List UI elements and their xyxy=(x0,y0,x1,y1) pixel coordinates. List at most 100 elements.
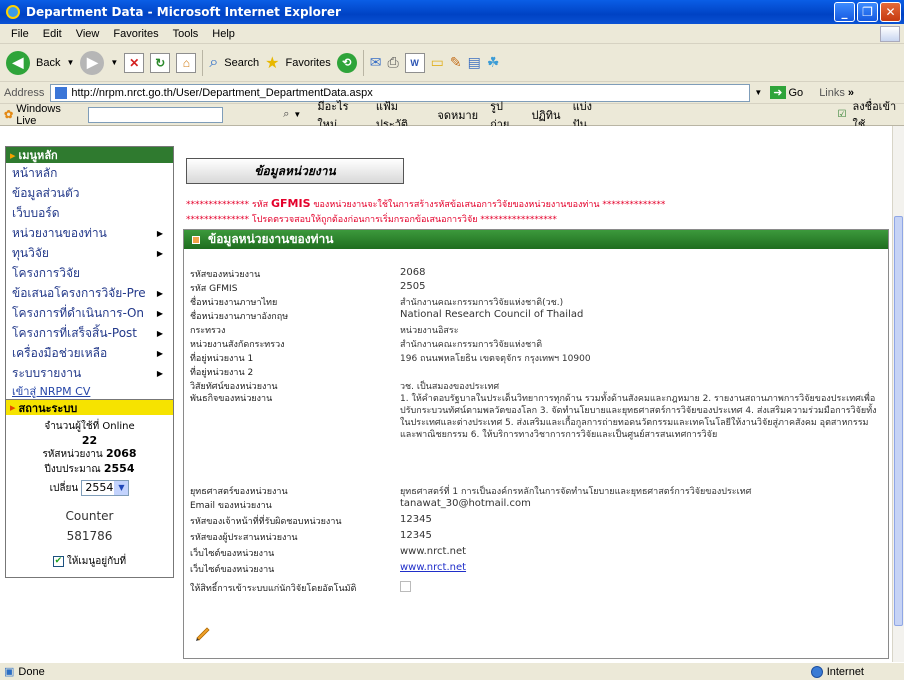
vertical-scrollbar[interactable] xyxy=(892,126,904,662)
minimize-button[interactable]: _ xyxy=(834,2,855,22)
close-button[interactable]: ✕ xyxy=(880,2,901,22)
menu-item-label: เว็บบอร์ด xyxy=(12,205,60,220)
left-menu: ▸ เมนูหลัก หน้าหลัก ข้อมูลส่วนตัว เว็บบอ… xyxy=(5,146,174,578)
menu-item-label: โครงการที่เสร็จสิ้น-Post xyxy=(12,325,138,340)
address-dropdown-icon[interactable]: ▼ xyxy=(754,88,762,97)
note-bold: GFMIS xyxy=(270,197,311,210)
field-label: รหัสของเจ้าหน้าที่ที่รับผิดชอบหน่วยงาน xyxy=(190,517,342,527)
back-dropdown-icon[interactable]: ▼ xyxy=(66,58,74,67)
folder-icon[interactable]: ▭ xyxy=(431,54,444,71)
field-label: ให้สิทธิ์การเข้าระบบแก่นักวิจัยโดยอัตโนม… xyxy=(190,584,357,594)
menu-item-reports[interactable]: ระบบรายงาน ▶ xyxy=(6,363,173,383)
menu-file[interactable]: File xyxy=(4,28,36,40)
menu-item-grants[interactable]: ทุนวิจัย ▶ xyxy=(6,243,173,263)
windows-live-search-input[interactable] xyxy=(88,106,224,123)
menu-item-ongoing[interactable]: โครงการที่ดำเนินการ-On ▶ xyxy=(6,303,173,323)
menu-item-home[interactable]: หน้าหลัก xyxy=(6,163,173,183)
menu-favorites[interactable]: Favorites xyxy=(106,28,165,40)
menu-item-completed[interactable]: โครงการที่เสร็จสิ้น-Post ▶ xyxy=(6,323,173,343)
wl-link-calendar[interactable]: ปฏิทิน xyxy=(531,106,560,124)
messenger-icon[interactable]: ☘ xyxy=(487,54,500,71)
menu-tools[interactable]: Tools xyxy=(166,28,206,40)
go-button[interactable]: Go xyxy=(789,87,804,99)
back-arrow-icon[interactable]: ◀ xyxy=(6,50,30,75)
field-row-email: Email ของหน่วยงาน tanawat_30@hotmail.com xyxy=(190,498,880,512)
scrollbar-thumb[interactable] xyxy=(894,216,903,626)
signin-check-icon: ☑ xyxy=(837,109,847,120)
note-text: รหัส xyxy=(249,200,271,210)
menu-edit[interactable]: Edit xyxy=(36,28,69,40)
refresh-icon[interactable]: ↻ xyxy=(150,52,171,73)
favorites-button[interactable]: Favorites xyxy=(285,57,330,69)
field-row-vision: วิสัยทัศน์ของหน่วยงาน วช. เป็นสมองของประเ… xyxy=(190,379,880,393)
online-users-label: จำนวนผู้ใช้ที่ Online xyxy=(44,421,135,432)
windows-live-toolbar: ✿ Windows Live ⌕ ▼ มีอะไรใหม่ แฟ้มประวัต… xyxy=(0,101,904,131)
favorites-star-icon[interactable]: ★ xyxy=(265,53,279,73)
menu-bar: File Edit View Favorites Tools Help xyxy=(0,24,904,44)
field-row-ministry: กระทรวง หน่วยงานอิสระ xyxy=(190,323,880,337)
search-icon[interactable]: ⌕ xyxy=(209,54,218,72)
field-value xyxy=(400,365,880,379)
submenu-arrow-icon: ▶ xyxy=(156,348,163,358)
field-value: tanawat_30@hotmail.com xyxy=(400,498,531,509)
menu-item-tools[interactable]: เครื่องมือช่วยเหลือ ▶ xyxy=(6,343,173,363)
main-menu-header: ▸ เมนูหลัก xyxy=(6,147,173,163)
pen-icon[interactable]: ✎ xyxy=(450,54,462,71)
forward-arrow-icon[interactable]: ▶ xyxy=(80,50,105,75)
go-arrow-icon[interactable]: ➜ xyxy=(770,86,786,99)
menu-item-projects[interactable]: โครงการวิจัย xyxy=(6,263,173,283)
note-stars: ************** xyxy=(602,200,666,210)
forward-dropdown-icon[interactable]: ▼ xyxy=(110,58,118,67)
maximize-button[interactable]: ❐ xyxy=(857,2,878,22)
menu-item-webboard[interactable]: เว็บบอร์ด xyxy=(6,203,173,223)
field-value: สำนักงานคณะกรรมการวิจัยแห่งชาติ xyxy=(400,340,543,350)
gfmis-note: ************** รหัส GFMIS ของหน่วยงานจะใ… xyxy=(186,197,665,211)
field-row-gfmis: รหัส GFMIS 2505 xyxy=(190,281,880,295)
menu-item-profile[interactable]: ข้อมูลส่วนตัว xyxy=(6,183,173,203)
menu-item-label: ระบบรายงาน xyxy=(12,365,82,380)
menu-header-arrow-icon: ▸ xyxy=(10,148,16,162)
cv-link-label: เข้าสู่ NRPM CV xyxy=(12,385,91,398)
print-icon[interactable]: ⎙ xyxy=(387,54,398,71)
window-title-bar: Department Data - Microsoft Internet Exp… xyxy=(0,0,904,24)
menu-item-proposals-pre[interactable]: ข้อเสนอโครงการวิจัย-Pre ▶ xyxy=(6,283,173,303)
auto-access-checkbox[interactable] xyxy=(400,581,411,592)
menu-item-department[interactable]: หน่วยงานของท่าน ▶ xyxy=(6,223,173,243)
history-icon[interactable]: ⟲ xyxy=(336,52,357,73)
stop-icon[interactable]: ✕ xyxy=(124,52,145,73)
website-link[interactable]: www.nrct.net xyxy=(400,562,466,573)
toolbar-separator xyxy=(202,49,204,76)
menu-item-label: ข้อมูลส่วนตัว xyxy=(12,185,80,200)
submenu-arrow-icon: ▶ xyxy=(156,288,163,298)
menu-help[interactable]: Help xyxy=(205,28,242,40)
research-icon[interactable]: ▤ xyxy=(468,54,481,71)
wl-search-icon[interactable]: ⌕ xyxy=(283,108,289,121)
field-label: ที่อยู่หน่วยงาน 2 xyxy=(190,368,254,378)
field-row-name-en: ชื่อหน่วยงานภาษาอังกฤษ National Research … xyxy=(190,309,880,323)
edit-pencil-icon[interactable] xyxy=(194,623,212,641)
field-label: เว็บไซต์ของหน่วยงาน xyxy=(190,565,275,575)
home-icon[interactable]: ⌂ xyxy=(176,52,197,73)
field-label: หน่วยงานสังกัดกระทรวง xyxy=(190,340,285,350)
cv-link[interactable]: เข้าสู่ NRPM CV xyxy=(6,383,173,399)
back-button[interactable]: Back xyxy=(36,57,60,69)
year-select[interactable]: 2554 ▼ xyxy=(81,480,130,496)
search-button[interactable]: Search xyxy=(224,57,259,69)
menu-view[interactable]: View xyxy=(69,28,107,40)
field-label: ยุทธศาสตร์ของหน่วยงาน xyxy=(190,487,288,497)
links-button[interactable]: Links xyxy=(819,87,845,99)
field-value: วช. เป็นสมองของประเทศ xyxy=(400,382,500,392)
field-value: 12345 xyxy=(400,530,432,541)
field-label: เว็บไซต์ของหน่วยงาน xyxy=(190,549,275,559)
wl-link-mail[interactable]: จดหมาย xyxy=(437,106,478,124)
edit-page-icon[interactable]: W xyxy=(404,52,425,73)
windows-flag-icon xyxy=(880,26,900,42)
standard-toolbar: ◀ Back ▼ ▶ ▼ ✕ ↻ ⌂ ⌕ Search ★ Favorites … xyxy=(0,44,904,82)
wl-dropdown-icon[interactable]: ▼ xyxy=(293,110,301,119)
mail-icon[interactable]: ✉ xyxy=(370,54,382,71)
counter-value: 581786 xyxy=(66,529,113,543)
submenu-arrow-icon: ▶ xyxy=(156,248,163,258)
page-icon xyxy=(55,86,68,99)
year-select-value: 2554 xyxy=(85,481,114,494)
stay-menu-checkbox[interactable]: ✔ xyxy=(52,555,64,567)
